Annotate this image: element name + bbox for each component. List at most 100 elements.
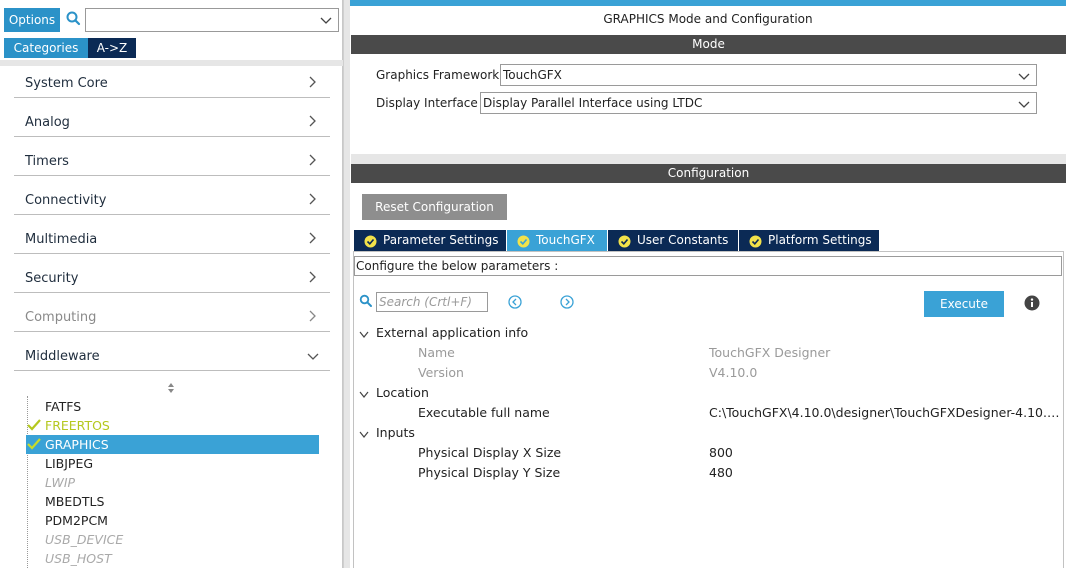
search-icon <box>65 9 83 29</box>
chevron-down-icon[interactable] <box>359 328 369 338</box>
tab-label: Parameter Settings <box>383 233 499 247</box>
middleware-label: LIBJPEG <box>45 456 94 471</box>
category-label: Analog <box>25 115 70 130</box>
display-interface-select[interactable]: Display Parallel Interface using LTDC <box>480 92 1037 114</box>
tab-parameter-settings[interactable]: Parameter Settings <box>354 230 506 251</box>
param-value[interactable]: 800 <box>709 445 733 460</box>
param-value[interactable]: 480 <box>709 465 733 480</box>
tab-categories[interactable]: Categories <box>4 38 88 58</box>
check-circle-icon <box>618 234 631 248</box>
param-name: Executable full name <box>418 405 550 420</box>
checkmark-icon <box>27 438 41 450</box>
chevron-right-icon <box>308 153 318 167</box>
category-analog[interactable]: Analog <box>14 99 330 137</box>
category-label: Multimedia <box>25 232 98 247</box>
sort-icon[interactable] <box>165 381 177 395</box>
chevron-right-icon <box>308 309 318 323</box>
chevron-right-icon <box>308 231 318 245</box>
chevron-down-icon[interactable] <box>359 428 369 438</box>
check-circle-icon <box>517 234 530 248</box>
middleware-item-freertos[interactable]: FREERTOS <box>26 416 319 435</box>
middleware-item-usb-host[interactable]: USB_HOST <box>26 549 319 568</box>
parameter-search-input[interactable]: Search (Crtl+F) <box>376 292 488 312</box>
configure-instructions: Configure the below parameters : <box>354 256 1062 276</box>
middleware-label: PDM2PCM <box>45 513 108 528</box>
tab-a-to-z[interactable]: A->Z <box>88 38 136 58</box>
category-label: Connectivity <box>25 193 107 208</box>
page-title: GRAPHICS Mode and Configuration <box>603 12 813 26</box>
tab-label: Platform Settings <box>768 233 872 247</box>
middleware-label: USB_HOST <box>45 551 112 566</box>
category-multimedia[interactable]: Multimedia <box>14 216 330 254</box>
chevron-down-icon <box>1018 71 1030 81</box>
group-inputs[interactable]: Inputs <box>376 425 415 440</box>
tab-label: TouchGFX <box>536 233 595 247</box>
chevron-right-icon <box>308 192 318 206</box>
middleware-item-libjpeg[interactable]: LIBJPEG <box>26 454 319 473</box>
category-security[interactable]: Security <box>14 255 330 293</box>
chevron-down-icon <box>306 351 320 361</box>
section-divider <box>351 154 1066 164</box>
category-label: System Core <box>25 76 108 91</box>
category-timers[interactable]: Timers <box>14 138 330 176</box>
middleware-label: MBEDTLS <box>45 494 105 509</box>
category-label: Middleware <box>25 349 100 364</box>
tab-user-constants[interactable]: User Constants <box>608 230 738 251</box>
info-icon[interactable] <box>1024 295 1040 311</box>
middleware-item-fatfs[interactable]: FATFS <box>26 397 319 416</box>
graphics-framework-value: TouchGFX <box>503 68 562 82</box>
mode-section-header: Mode <box>351 35 1066 54</box>
chevron-down-icon[interactable] <box>359 388 369 398</box>
display-interface-label: Display Interface <box>376 96 478 110</box>
chevron-right-icon <box>308 114 318 128</box>
param-value: V4.10.0 <box>709 365 758 380</box>
category-label: Timers <box>25 154 69 169</box>
middleware-item-lwip[interactable]: LWIP <box>26 473 319 492</box>
category-connectivity[interactable]: Connectivity <box>14 177 330 215</box>
middleware-label: FREERTOS <box>45 418 110 433</box>
category-computing[interactable]: Computing <box>14 294 330 332</box>
category-middleware[interactable]: Middleware <box>14 333 330 371</box>
chevron-right-icon <box>308 270 318 284</box>
check-circle-icon <box>749 234 762 248</box>
param-name: Physical Display Y Size <box>418 465 561 480</box>
middleware-item-usb-device[interactable]: USB_DEVICE <box>26 530 319 549</box>
group-external-application-info[interactable]: External application info <box>376 325 528 340</box>
reset-configuration-button[interactable]: Reset Configuration <box>362 194 507 220</box>
panel-splitter[interactable] <box>343 0 350 568</box>
options-button[interactable]: Options <box>4 8 60 32</box>
middleware-label: USB_DEVICE <box>45 532 124 547</box>
search-icon <box>359 293 373 309</box>
group-location[interactable]: Location <box>376 385 429 400</box>
param-name: Physical Display X Size <box>418 445 562 460</box>
chevron-down-icon[interactable] <box>320 15 332 25</box>
param-name: Name <box>418 345 455 360</box>
check-circle-icon <box>364 234 377 248</box>
tab-touchgfx[interactable]: TouchGFX <box>507 230 607 251</box>
middleware-item-pdm2pcm[interactable]: PDM2PCM <box>26 511 319 530</box>
next-result-icon[interactable] <box>560 295 574 309</box>
middleware-label: FATFS <box>45 399 82 414</box>
tab-platform-settings[interactable]: Platform Settings <box>739 230 879 251</box>
middleware-label: LWIP <box>45 475 76 490</box>
previous-result-icon[interactable] <box>508 295 522 309</box>
checkmark-icon <box>27 419 41 431</box>
param-name: Version <box>418 365 464 380</box>
category-system-core[interactable]: System Core <box>14 60 330 98</box>
display-interface-value: Display Parallel Interface using LTDC <box>483 96 703 110</box>
category-label: Security <box>25 271 79 286</box>
param-value[interactable]: C:\TouchGFX\4.10.0\designer\TouchGFXDesi… <box>709 405 1061 420</box>
category-label: Computing <box>25 310 97 325</box>
param-value: TouchGFX Designer <box>709 345 831 360</box>
middleware-item-mbedtls[interactable]: MBEDTLS <box>26 492 319 511</box>
middleware-item-graphics[interactable]: GRAPHICS <box>26 435 319 454</box>
component-search-combo[interactable] <box>85 8 339 32</box>
graphics-framework-label: Graphics Framework <box>376 68 500 82</box>
execute-button[interactable]: Execute <box>924 291 1004 317</box>
chevron-down-icon <box>1018 99 1030 109</box>
left-panel: Options Categories A->Z System Core Anal… <box>0 0 343 568</box>
graphics-framework-select[interactable]: TouchGFX <box>500 64 1037 86</box>
configuration-section-header: Configuration <box>351 164 1066 183</box>
top-accent-bar <box>350 0 1066 6</box>
middleware-label: GRAPHICS <box>45 437 109 452</box>
